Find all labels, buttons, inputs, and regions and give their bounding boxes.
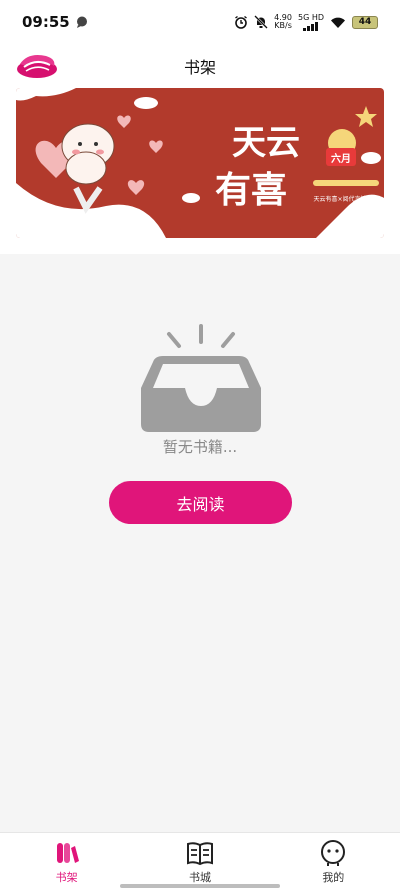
- page-title: 书架: [183, 58, 216, 77]
- status-time: 09:55: [22, 13, 70, 31]
- banner-badge: 六月: [331, 152, 351, 165]
- top-bar: 书架: [0, 44, 400, 86]
- status-bar: 09:55 4.90 KB/s 5G HD 44: [0, 0, 400, 44]
- profile-icon: [321, 840, 346, 866]
- promo-banner-image: 天云 有喜 六月 天云有喜×阅代言情: [16, 88, 384, 238]
- status-left: 09:55: [22, 13, 88, 31]
- battery-indicator: 44: [352, 15, 378, 29]
- network-type: 5G HD: [297, 12, 324, 22]
- message-notification-icon: [76, 16, 87, 28]
- alarm-icon: [235, 15, 248, 29]
- network-speed-unit: KB/s: [274, 21, 292, 30]
- wifi-icon: [331, 17, 345, 28]
- bookshelf-icon: [56, 843, 79, 863]
- network-speed: 4.90 KB/s: [274, 14, 292, 30]
- banner-section: 天云 有喜 六月 天云有喜×阅代言情: [0, 86, 400, 254]
- promo-banner[interactable]: 天云 有喜 六月 天云有喜×阅代言情: [16, 88, 384, 238]
- nav-label-bookshelf: 书架: [55, 871, 78, 884]
- nav-label-book-city: 书城: [188, 871, 211, 884]
- bottom-nav: 书架 书城 我的: [0, 832, 400, 889]
- empty-message: 暂无书籍...: [162, 438, 238, 456]
- network-type-group: 5G HD: [297, 12, 324, 31]
- nav-item-book-city[interactable]: 书城: [133, 833, 266, 889]
- nav-label-profile: 我的: [322, 871, 345, 884]
- go-read-button[interactable]: 去阅读: [109, 481, 292, 524]
- banner-headline-1: 天云: [232, 123, 300, 163]
- empty-box-icon: [141, 324, 261, 432]
- mute-bell-icon: [254, 15, 269, 29]
- status-right: 4.90 KB/s 5G HD 44: [234, 12, 378, 31]
- nav-item-profile[interactable]: 我的: [267, 833, 400, 889]
- home-indicator[interactable]: [120, 884, 280, 888]
- nav-item-bookshelf[interactable]: 书架: [0, 833, 133, 889]
- signal-icon: [302, 21, 318, 31]
- banner-headline-2: 有喜: [215, 170, 287, 211]
- book-city-icon: [186, 842, 213, 866]
- banner-caption: 天云有喜×阅代言情: [313, 195, 366, 203]
